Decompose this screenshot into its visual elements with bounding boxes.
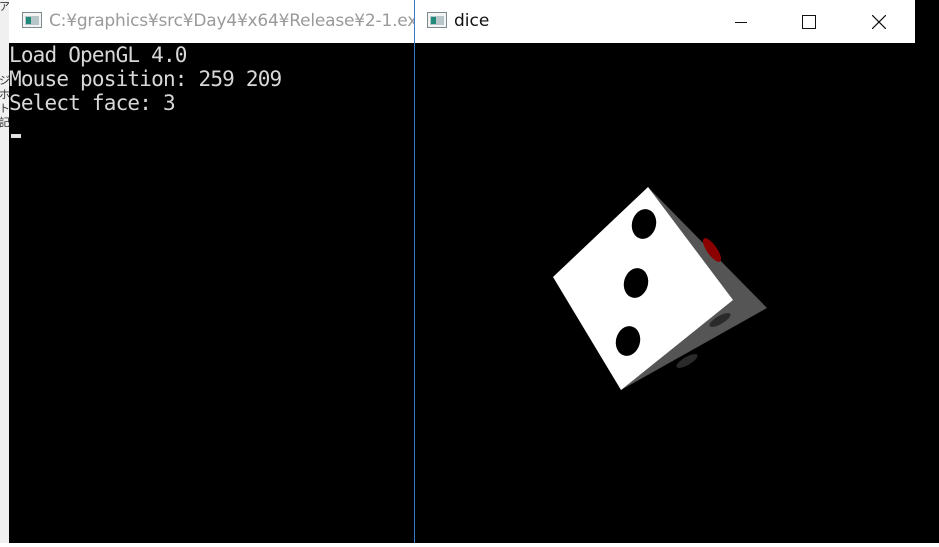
console-window[interactable]: C:¥graphics¥src¥Day4¥x64¥Release¥2-1.exe… bbox=[9, 0, 427, 543]
dice-window-title: dice bbox=[454, 11, 490, 31]
desktop-glyph: ジ bbox=[0, 74, 10, 87]
console-line: Mouse position: 259 209 bbox=[9, 67, 282, 91]
console-window-title: C:¥graphics¥src¥Day4¥x64¥Release¥2-1.exe bbox=[49, 11, 427, 31]
console-output[interactable]: Load OpenGL 4.0 Mouse position: 259 209 … bbox=[9, 43, 415, 543]
close-icon bbox=[872, 14, 886, 29]
dice-app-icon bbox=[427, 12, 447, 28]
opengl-viewport[interactable] bbox=[415, 43, 915, 543]
dice-render bbox=[553, 187, 767, 390]
background-edge bbox=[915, 0, 939, 543]
console-line: Load OpenGL 4.0 bbox=[9, 43, 187, 67]
text-cursor bbox=[11, 134, 21, 138]
console-titlebar[interactable]: C:¥graphics¥src¥Day4¥x64¥Release¥2-1.exe bbox=[9, 0, 427, 43]
desktop-glyph: ア bbox=[0, 0, 10, 13]
maximize-icon bbox=[802, 14, 816, 29]
minimize-button[interactable] bbox=[718, 0, 764, 43]
dice-window[interactable]: dice bbox=[414, 0, 916, 543]
desktop-glyph: 記 bbox=[0, 116, 10, 129]
close-button[interactable] bbox=[856, 0, 902, 43]
desktop-glyph: ト bbox=[0, 102, 10, 115]
console-line: Select face: 3 bbox=[9, 91, 176, 115]
console-app-icon bbox=[22, 12, 42, 28]
dice-titlebar[interactable]: dice bbox=[415, 0, 915, 43]
minimize-icon bbox=[735, 21, 747, 23]
desktop-glyph: ホ bbox=[0, 88, 10, 101]
maximize-button[interactable] bbox=[786, 0, 832, 43]
